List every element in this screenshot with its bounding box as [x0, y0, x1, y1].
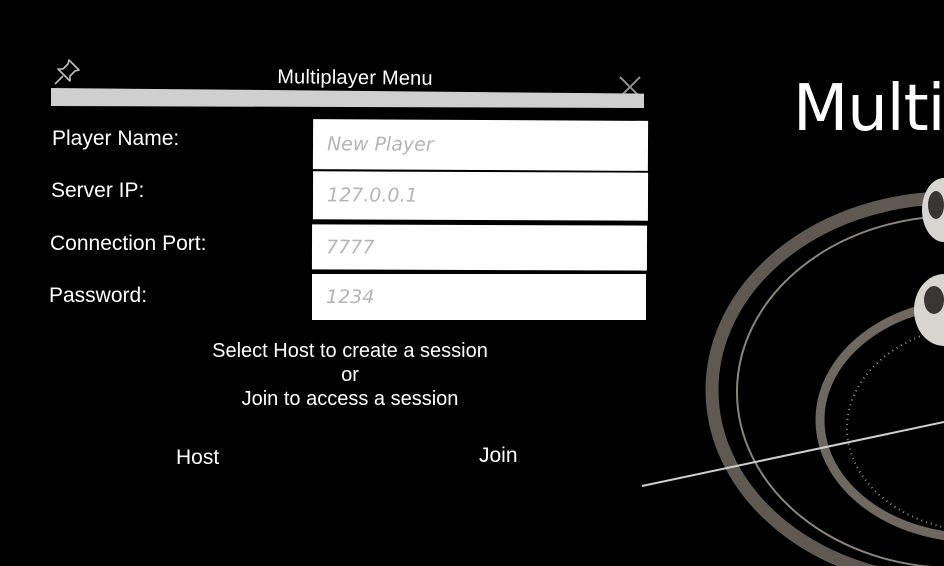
pin-icon[interactable]	[52, 57, 82, 87]
session-instructions: Select Host to create a session or Join …	[190, 339, 510, 411]
player-name-input[interactable]	[312, 119, 649, 171]
scene-title-text: Multi	[793, 72, 944, 146]
panel-title: Multiplayer Menu	[277, 66, 433, 90]
connection-port-label: Connection Port:	[50, 232, 207, 255]
vr-scene: Multi Multiplayer Menu Player Name: Serv…	[0, 0, 944, 566]
instruction-line-or: or	[341, 364, 359, 386]
server-ip-label: Server IP:	[51, 179, 145, 202]
password-label: Password:	[49, 284, 148, 307]
server-ip-input[interactable]	[312, 171, 649, 221]
host-button[interactable]: Host	[168, 442, 227, 474]
multiplayer-menu-panel: Multiplayer Menu Player Name: Server IP:…	[40, 55, 660, 495]
join-button[interactable]: Join	[471, 440, 526, 472]
knob-middle-hole	[924, 286, 944, 314]
password-input[interactable]	[312, 274, 646, 320]
instruction-line-join: Join to access a session	[241, 388, 459, 410]
panel-drag-bar[interactable]	[51, 88, 644, 108]
connection-port-input[interactable]	[311, 224, 648, 271]
scene-line	[641, 421, 944, 487]
player-name-label: Player Name:	[52, 127, 180, 150]
knob-top-hole	[928, 191, 944, 219]
instruction-line-host: Select Host to create a session	[212, 340, 488, 362]
